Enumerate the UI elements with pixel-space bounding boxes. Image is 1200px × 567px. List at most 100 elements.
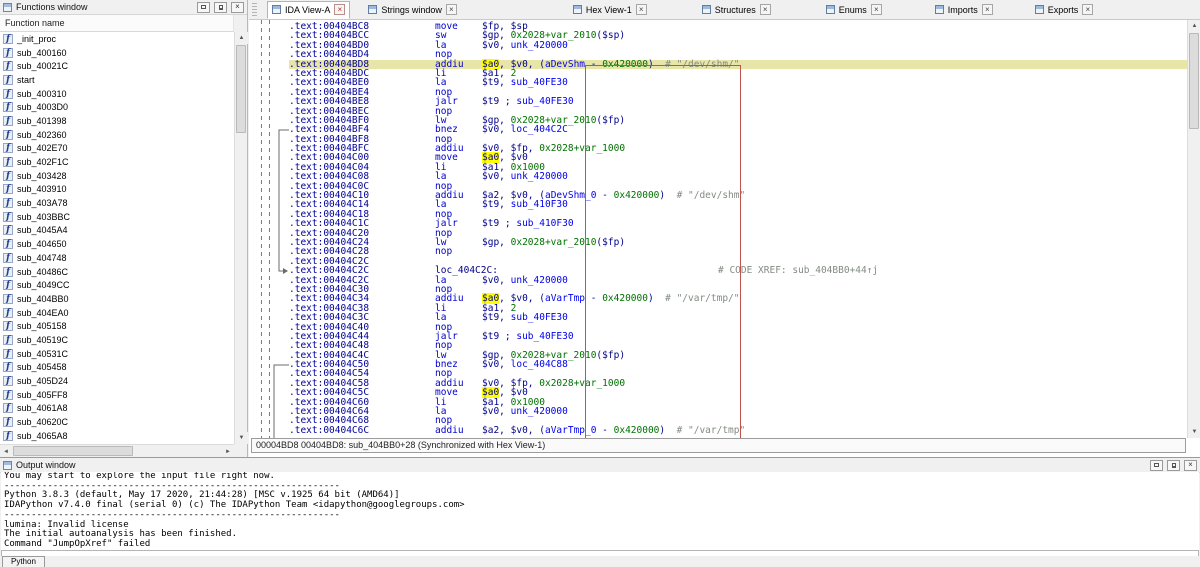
function-list-item[interactable]: f sub_404BB0: [0, 292, 234, 306]
close-icon[interactable]: ×: [1082, 4, 1094, 15]
disasm-line[interactable]: .text:00404BFC addiu $v0, $fp, 0x2028+var_…: [289, 144, 1187, 154]
close-icon[interactable]: ×: [759, 4, 771, 15]
close-icon[interactable]: ×: [445, 4, 457, 15]
function-list-item[interactable]: f sub_402F1C: [0, 155, 234, 169]
close-icon[interactable]: ×: [334, 4, 346, 15]
scrollbar-thumb[interactable]: [1189, 33, 1199, 129]
disasm-line[interactable]: .text:00404C58 addiu $v0, $fp, 0x2028+var_…: [289, 378, 1187, 388]
function-list-item[interactable]: f sub_4045A4: [0, 224, 234, 238]
function-list-item[interactable]: f sub_401398: [0, 114, 234, 128]
function-list-item[interactable]: f sub_40021C: [0, 59, 234, 73]
disasm-line[interactable]: .text:00404C50 bnez $v0, loc_404C88: [289, 360, 1187, 370]
function-list-item[interactable]: f sub_402E70: [0, 142, 234, 156]
function-list-item[interactable]: f sub_402360: [0, 128, 234, 142]
disasm-line[interactable]: .text:00404C44 jalr $t9 ; sub_40FE30: [289, 331, 1187, 341]
disasm-line[interactable]: .text:00404BE8 jalr $t9 ; sub_40FE30: [289, 97, 1187, 107]
function-list-item[interactable]: f sub_405158: [0, 319, 234, 333]
disasm-line[interactable]: .text:00404C08 la $v0, unk_420000: [289, 172, 1187, 182]
close-icon[interactable]: ×: [981, 4, 993, 15]
tab-exports[interactable]: Exports ×: [1031, 1, 1098, 19]
function-list-item[interactable]: f sub_4065A8: [0, 429, 234, 443]
scroll-down-icon[interactable]: ▼: [235, 432, 248, 444]
disasm-line[interactable]: .text:00404C1C jalr $t9 ; sub_410F30: [289, 219, 1187, 229]
function-list-item[interactable]: f _init_proc: [0, 32, 234, 46]
function-list-item[interactable]: f sub_400160: [0, 46, 234, 60]
functions-titlebar[interactable]: Functions window ×: [0, 0, 247, 15]
disasm-line[interactable]: .text:00404C3C la $t9, sub_40FE30: [289, 313, 1187, 323]
tab-strings-window[interactable]: Strings window ×: [364, 1, 461, 19]
disasm-line[interactable]: .text:00404BEC nop: [289, 106, 1187, 116]
disasm-line[interactable]: .text:00404BDC li $a1, 2: [289, 68, 1187, 78]
disasm-line[interactable]: .text:00404C18 nop: [289, 209, 1187, 219]
disasm-line[interactable]: .text:00404C6C addiu $a2, $v0, (aVarTmp_0 …: [289, 425, 1187, 435]
disasm-line[interactable]: .text:00404C00 move $a0, $v0: [289, 152, 1187, 164]
function-list-item[interactable]: f sub_40531C: [0, 347, 234, 361]
disasm-line[interactable]: .text:00404BF4 bnez $v0, loc_404C2C: [289, 125, 1187, 135]
disasm-line[interactable]: .text:00404C40 nop: [289, 322, 1187, 332]
disasm-line[interactable]: .text:00404BD0 la $v0, unk_420000: [289, 40, 1187, 50]
function-list-item[interactable]: f sub_403910: [0, 183, 234, 197]
function-list-item[interactable]: f sub_405FF8: [0, 388, 234, 402]
function-list-item[interactable]: f sub_404650: [0, 237, 234, 251]
output-titlebar[interactable]: Output window ×: [0, 458, 1200, 473]
function-list-item[interactable]: f sub_4049CC: [0, 278, 234, 292]
scroll-up-icon[interactable]: ▲: [1188, 20, 1200, 32]
disasm-line[interactable]: .text:00404C20 nop: [289, 228, 1187, 238]
restore-icon[interactable]: [197, 1, 210, 13]
disasm-line[interactable]: .text:00404C2C loc_404C2C: # CODE XREF: su…: [289, 266, 1187, 276]
disasm-line[interactable]: .text:00404C10 addiu $a2, $v0, (aDevShm_0 …: [289, 191, 1187, 201]
restore-icon[interactable]: [1150, 459, 1163, 471]
disasm-line[interactable]: .text:00404C5C move $a0, $v0: [289, 387, 1187, 399]
function-list-item[interactable]: f sub_403BBC: [0, 210, 234, 224]
function-list-item[interactable]: f sub_400310: [0, 87, 234, 101]
disasm-line[interactable]: .text:00404BCC sw $gp, 0x2028+var_2010($sp…: [289, 31, 1187, 41]
disasm-line[interactable]: .text:00404C64 la $v0, unk_420000: [289, 407, 1187, 417]
tab-ida-view-a[interactable]: IDA View-A ×: [267, 0, 351, 19]
disasm-line[interactable]: .text:00404BE4 nop: [289, 87, 1187, 97]
function-name-column-header[interactable]: Function name: [0, 15, 234, 32]
float-icon[interactable]: [1167, 459, 1180, 471]
close-icon[interactable]: ×: [231, 1, 244, 13]
close-icon[interactable]: ×: [635, 4, 647, 15]
float-icon[interactable]: [214, 1, 227, 13]
close-icon[interactable]: ×: [870, 4, 882, 15]
disasm-line[interactable]: .text:00404C4C lw $gp, 0x2028+var_2010($fp…: [289, 350, 1187, 360]
output-lines[interactable]: You may start to explore the input file …: [1, 472, 1199, 550]
disasm-line[interactable]: .text:00404BD8 addiu $a0, $v0, (aDevShm - …: [289, 58, 1187, 70]
disasm-line[interactable]: .text:00404C54 nop: [289, 369, 1187, 379]
close-icon[interactable]: ×: [1184, 459, 1197, 471]
function-list-item[interactable]: f start: [0, 73, 234, 87]
scrollbar-thumb[interactable]: [236, 45, 246, 133]
tab-hex-view-1[interactable]: Hex View-1 ×: [569, 1, 651, 19]
disasm-line[interactable]: .text:00404C34 addiu $a0, $v0, (aVarTmp - …: [289, 293, 1187, 305]
disasm-line[interactable]: .text:00404C04 li $a1, 0x1000: [289, 162, 1187, 172]
function-list-item[interactable]: f sub_404EA0: [0, 306, 234, 320]
function-list-item[interactable]: f sub_40519C: [0, 333, 234, 347]
disasm-line[interactable]: .text:00404BE0 la $t9, sub_40FE30: [289, 78, 1187, 88]
function-list-item[interactable]: f sub_4003D0: [0, 100, 234, 114]
tab-enums[interactable]: Enums ×: [822, 1, 886, 19]
tab-python[interactable]: Python: [2, 556, 45, 567]
dock-drag-handle[interactable]: [252, 2, 257, 17]
disasm-line[interactable]: .text:00404C24 lw $gp, 0x2028+var_2010($fp…: [289, 238, 1187, 248]
function-list-item[interactable]: f sub_4061A8: [0, 402, 234, 416]
disasm-line[interactable]: .text:00404BF8 nop: [289, 134, 1187, 144]
disasm-line[interactable]: .text:00404C60 li $a1, 0x1000: [289, 397, 1187, 407]
tab-structures[interactable]: Structures ×: [698, 1, 775, 19]
function-list-item[interactable]: f sub_40620C: [0, 415, 234, 429]
function-list-item[interactable]: f sub_405458: [0, 361, 234, 375]
function-list-item[interactable]: f sub_40486C: [0, 265, 234, 279]
functions-horizontal-scrollbar[interactable]: ◄ ►: [0, 444, 234, 458]
disasm-line[interactable]: .text:00404C48 nop: [289, 341, 1187, 351]
disasm-line[interactable]: .text:00404BF0 lw $gp, 0x2028+var_2010($fp…: [289, 115, 1187, 125]
disasm-line[interactable]: .text:00404C14 la $t9, sub_410F30: [289, 200, 1187, 210]
disasm-line[interactable]: .text:00404C28 nop: [289, 247, 1187, 257]
scroll-down-icon[interactable]: ▼: [1188, 426, 1200, 438]
function-list-item[interactable]: f sub_403A78: [0, 196, 234, 210]
function-list-item[interactable]: f sub_404748: [0, 251, 234, 265]
scrollbar-thumb[interactable]: [13, 446, 133, 456]
disasm-line[interactable]: .text:00404BC8 move $fp, $sp: [289, 22, 1187, 32]
disasm-line[interactable]: .text:00404C38 li $a1, 2: [289, 303, 1187, 313]
disasm-vertical-scrollbar[interactable]: ▲ ▼: [1187, 20, 1200, 438]
tab-imports[interactable]: Imports ×: [931, 1, 997, 19]
